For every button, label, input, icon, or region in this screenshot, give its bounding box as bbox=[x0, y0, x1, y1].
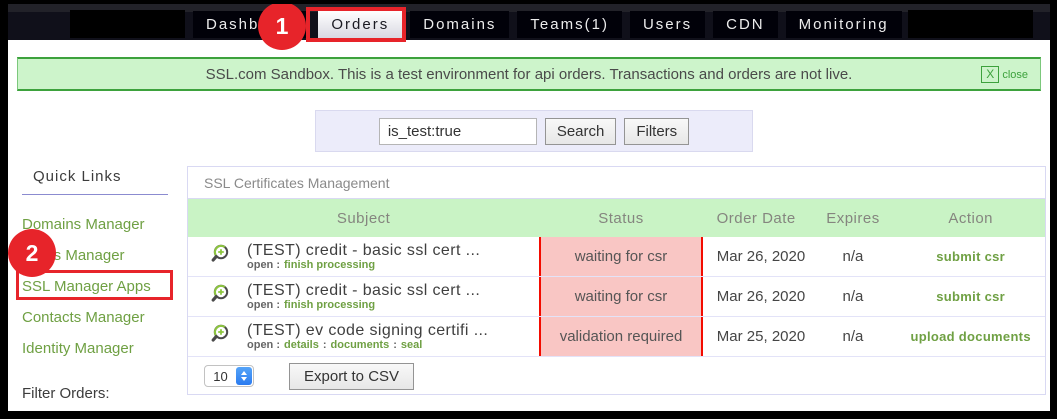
identity-manager-link[interactable]: Identity Manager bbox=[22, 340, 134, 357]
search-bar: Search Filters bbox=[315, 110, 753, 152]
contacts-manager-link[interactable]: Contacts Manager bbox=[22, 309, 145, 326]
order-subject: (TEST) credit - basic ssl cert ... bbox=[247, 282, 480, 300]
upload-documents-link[interactable]: upload documents bbox=[910, 329, 1030, 344]
separator: : bbox=[323, 339, 327, 351]
finish-processing-link[interactable]: finish processing bbox=[284, 259, 375, 271]
annotation-step-2-badge: 2 bbox=[8, 229, 56, 277]
table-footer: 10 Export to CSV bbox=[188, 357, 1045, 395]
stepper-up-icon[interactable] bbox=[241, 371, 247, 375]
redacted-logo-area bbox=[70, 10, 185, 38]
panel-title: SSL Certificates Management bbox=[188, 167, 1045, 199]
sandbox-banner: SSL.com Sandbox. This is a test environm… bbox=[17, 57, 1041, 91]
annotation-orders-highlight bbox=[306, 7, 406, 42]
expires-value: n/a bbox=[810, 277, 897, 316]
column-header-subject: Subject bbox=[188, 210, 539, 227]
submit-csr-link[interactable]: submit csr bbox=[936, 289, 1005, 304]
zoom-in-icon[interactable] bbox=[210, 283, 232, 310]
tab-teams[interactable]: Teams(1) bbox=[517, 11, 622, 38]
status-badge: waiting for csr bbox=[539, 237, 703, 276]
quick-links-divider bbox=[22, 194, 168, 195]
search-button[interactable]: Search bbox=[545, 118, 617, 145]
sidebar-item-domains-manager[interactable]: Domains Manager bbox=[22, 216, 180, 234]
stepper-down-icon[interactable] bbox=[241, 377, 247, 381]
quick-links-title: Quick Links bbox=[22, 168, 180, 185]
banner-close-button[interactable]: X close bbox=[981, 66, 1028, 83]
tab-domains[interactable]: Domains bbox=[410, 11, 509, 38]
filters-button[interactable]: Filters bbox=[624, 118, 689, 145]
export-to-csv-button[interactable]: Export to CSV bbox=[289, 363, 414, 390]
documents-link[interactable]: documents bbox=[331, 339, 390, 351]
app-window: Dashboard Orders Domains Teams(1) Users … bbox=[0, 0, 1057, 419]
column-header-status: Status bbox=[539, 210, 703, 227]
tab-users[interactable]: Users bbox=[630, 11, 705, 38]
status-badge: waiting for csr bbox=[539, 277, 703, 316]
status-badge: validation required bbox=[539, 317, 703, 356]
table-row: (TEST) ev code signing certifi ... open … bbox=[188, 317, 1045, 357]
annotation-step-1-badge: 1 bbox=[258, 2, 306, 50]
stepper-icon[interactable] bbox=[236, 367, 252, 385]
order-sub-prefix: open : bbox=[247, 299, 280, 311]
order-sub-prefix: open : bbox=[247, 259, 280, 271]
details-link[interactable]: details bbox=[284, 339, 319, 351]
zoom-in-icon[interactable] bbox=[210, 323, 232, 350]
sidebar-item-contacts-manager[interactable]: Contacts Manager bbox=[22, 309, 180, 327]
submit-csr-link[interactable]: submit csr bbox=[936, 249, 1005, 264]
tab-monitoring[interactable]: Monitoring bbox=[786, 11, 902, 38]
order-sub-prefix: open : bbox=[247, 339, 280, 351]
order-date: Mar 25, 2020 bbox=[703, 317, 810, 356]
column-header-expires: Expires bbox=[810, 210, 897, 227]
separator: : bbox=[393, 339, 397, 351]
filter-orders-label: Filter Orders: bbox=[22, 385, 110, 402]
order-date: Mar 26, 2020 bbox=[703, 237, 810, 276]
sidebar-item-identity-manager[interactable]: Identity Manager bbox=[22, 340, 180, 358]
table-row: (TEST) credit - basic ssl cert ... open … bbox=[188, 277, 1045, 317]
page-size-select[interactable]: 10 bbox=[204, 365, 254, 387]
expires-value: n/a bbox=[810, 317, 897, 356]
table-row: (TEST) credit - basic ssl cert ... open … bbox=[188, 237, 1045, 277]
redacted-account-area bbox=[908, 10, 1033, 38]
zoom-in-icon[interactable] bbox=[210, 243, 232, 270]
search-input[interactable] bbox=[379, 118, 537, 145]
table-header-row: Subject Status Order Date Expires Action bbox=[188, 199, 1045, 237]
ssl-certificates-panel: SSL Certificates Management Subject Stat… bbox=[187, 166, 1046, 395]
column-header-action: Action bbox=[896, 210, 1045, 227]
expires-value: n/a bbox=[810, 237, 897, 276]
order-subject: (TEST) credit - basic ssl cert ... bbox=[247, 242, 480, 260]
order-subject: (TEST) ev code signing certifi ... bbox=[247, 322, 488, 340]
close-icon[interactable]: X bbox=[981, 66, 999, 83]
sandbox-banner-message: SSL.com Sandbox. This is a test environm… bbox=[206, 66, 853, 83]
column-header-order-date: Order Date bbox=[703, 210, 810, 227]
order-date: Mar 26, 2020 bbox=[703, 277, 810, 316]
tab-cdn[interactable]: CDN bbox=[713, 11, 778, 38]
page-size-value: 10 bbox=[205, 369, 236, 384]
top-nav: Dashboard Orders Domains Teams(1) Users … bbox=[8, 4, 1050, 40]
close-label[interactable]: close bbox=[1002, 69, 1028, 81]
seal-link[interactable]: seal bbox=[401, 339, 422, 351]
finish-processing-link[interactable]: finish processing bbox=[284, 299, 375, 311]
